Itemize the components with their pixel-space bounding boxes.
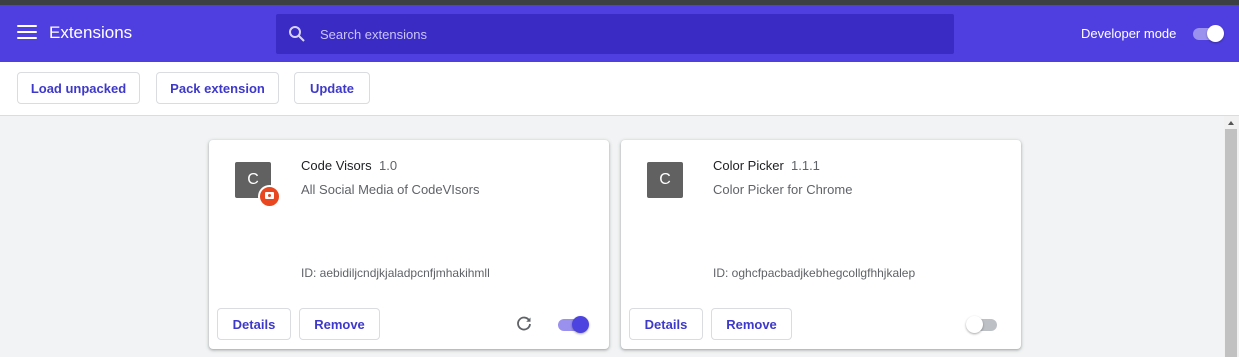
extension-description: All Social Media of CodeVIsors <box>301 182 480 197</box>
load-unpacked-button[interactable]: Load unpacked <box>17 72 140 104</box>
extension-badge-icon <box>258 185 281 208</box>
extension-description: Color Picker for Chrome <box>713 182 853 197</box>
search-icon <box>289 26 305 42</box>
extension-icon: C <box>647 162 683 198</box>
reload-icon[interactable] <box>514 314 534 334</box>
remove-button[interactable]: Remove <box>299 308 380 340</box>
search-input[interactable] <box>320 14 940 54</box>
header-bar: Extensions Developer mode <box>0 5 1239 62</box>
extension-version: 1.0 <box>379 158 398 173</box>
extension-id: ID: oghcfpacbadjkebhegcollgfhhjkalep <box>713 266 916 280</box>
scrollbar[interactable] <box>1224 116 1239 357</box>
extension-name: Color Picker <box>713 158 784 173</box>
developer-mode-label: Developer mode <box>1081 26 1177 41</box>
extension-card-color-picker: C Color Picker 1.1.1 Color Picker for Ch… <box>621 140 1021 349</box>
extension-name: Code Visors <box>301 158 372 173</box>
update-button[interactable]: Update <box>294 72 370 104</box>
developer-toolbar: Load unpacked Pack extension Update <box>0 62 1239 116</box>
details-button[interactable]: Details <box>629 308 703 340</box>
developer-mode-toggle[interactable] <box>1193 25 1225 42</box>
pack-extension-button[interactable]: Pack extension <box>156 72 279 104</box>
menu-icon[interactable] <box>17 25 37 41</box>
details-button[interactable]: Details <box>217 308 291 340</box>
scroll-up-arrow-icon[interactable] <box>1228 121 1234 125</box>
scrollbar-thumb[interactable] <box>1225 129 1237 357</box>
extension-version: 1.1.1 <box>791 158 820 173</box>
extension-enable-toggle[interactable] <box>557 316 591 334</box>
extension-card-code-visors: C Code Visors 1.0 All Social Media of Co… <box>209 140 609 349</box>
extension-id: ID: aebidiljcndjkjaladpcnfjmhakihmll <box>301 266 490 280</box>
page-title: Extensions <box>49 23 133 42</box>
extension-enable-toggle[interactable] <box>966 316 1000 334</box>
remove-button[interactable]: Remove <box>711 308 792 340</box>
search-box[interactable] <box>276 14 954 54</box>
